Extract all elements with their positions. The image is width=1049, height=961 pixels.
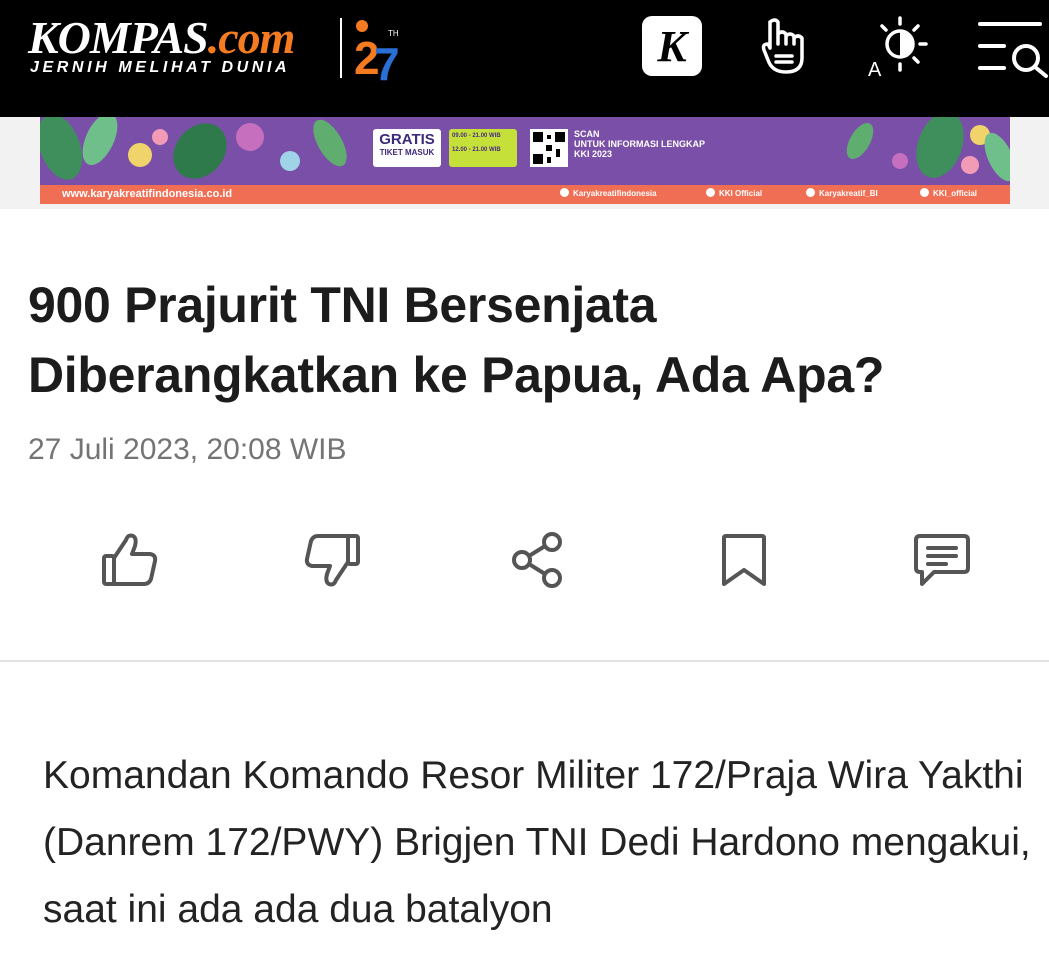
comment-icon [914,534,970,586]
thumbs-down-icon [304,534,360,587]
social-twitter: Karyakreatif_BI [806,188,878,200]
logo-suffix: .com [207,12,296,63]
social-youtube: KKI Official [706,188,762,200]
logo-name: KOMPAS [28,12,209,63]
bookmark-button[interactable] [704,520,784,600]
top-navigation-bar: KOMPAS.com JERNIH MELIHAT DUNIA 2 7 TH K [0,0,1049,117]
article-timestamp: 27 Juli 2023, 20:08 WIB [28,433,347,466]
thumbs-up-icon [102,533,158,586]
share-icon [512,532,562,588]
article-body: Komandan Komando Resor Militer 172/Praja… [43,754,1031,930]
qr-code-icon [530,129,568,167]
social-twitter-label: Karyakreatif_BI [819,189,878,198]
social-instagram: Karyakreatifindonesia [560,188,657,200]
theme-toggle-button[interactable]: A [864,14,936,81]
banner-socials: Karyakreatifindonesia KKI Official Karya… [560,188,1000,202]
hours-line-1: 09.00 - 21.00 WIB [452,133,501,139]
scan-info-text: UNTUK INFORMASI LENGKAP [574,139,705,149]
social-facebook-label: KKI_official [933,189,978,198]
banner-website: www.karyakreatifindonesia.co.id [62,188,233,200]
kompas-k-button[interactable]: K [640,14,704,78]
gratis-label: GRATIS [379,131,435,148]
like-button[interactable] [90,520,170,600]
kompas-logo[interactable]: KOMPAS.com JERNIH MELIHAT DUNIA 2 7 TH [28,12,408,92]
social-facebook: KKI_official [920,188,977,200]
anniversary-th: TH [388,29,399,38]
anniversary-27-logo: 2 7 TH [354,20,400,84]
theme-a-label: A [868,59,882,78]
brightness-icon: A [868,16,928,81]
pointing-hand-icon [761,18,804,74]
banner-footer: www.karyakreatifindonesia.co.id Karyakre… [40,185,1010,204]
youtube-icon [706,188,715,197]
social-instagram-label: Karyakreatifindonesia [573,189,657,198]
opening-hours: 09.00 - 21.00 WIB 12.00 - 21.00 WIB [449,129,517,167]
logo-separator [340,18,342,78]
dislike-button[interactable] [292,520,372,600]
scan-info: SCAN UNTUK INFORMASI LENGKAP KKI 2023 [574,129,724,159]
comment-button[interactable] [902,520,982,600]
bookmark-icon [722,534,766,586]
kompas-k-icon: K [642,16,702,76]
scan-label: SCAN [574,129,600,139]
free-ticket-badge: GRATIS TIKET MASUK [373,129,441,167]
share-button[interactable] [498,520,578,600]
menu-search-button[interactable] [974,14,1049,78]
section-divider [0,660,1049,662]
ad-banner[interactable]: GRATIS TIKET MASUK 09.00 - 21.00 WIB 12.00… [40,117,1010,204]
facebook-icon [920,188,929,197]
social-youtube-label: KKI Official [719,189,763,198]
anniversary-digit-7: 7 [374,38,400,84]
instagram-icon [560,188,569,197]
banner-artwork [40,117,1010,187]
twitter-icon [806,188,815,197]
hours-line-2: 12.00 - 21.00 WIB [452,147,501,153]
gesture-button[interactable] [756,14,814,78]
logo-wordmark: KOMPAS.com [28,12,296,64]
menu-search-icon [978,22,1048,78]
scan-event: KKI 2023 [574,149,613,159]
gratis-sub: TIKET MASUK [379,148,435,157]
logo-tagline: JERNIH MELIHAT DUNIA [30,59,291,76]
k-letter: K [656,22,689,71]
article-actions [0,520,1049,600]
article-title: 900 Prajurit TNI Bersenjata Diberangkatk… [28,277,885,403]
ad-banner-container: GRATIS TIKET MASUK 09.00 - 21.00 WIB 12.00… [0,117,1049,209]
